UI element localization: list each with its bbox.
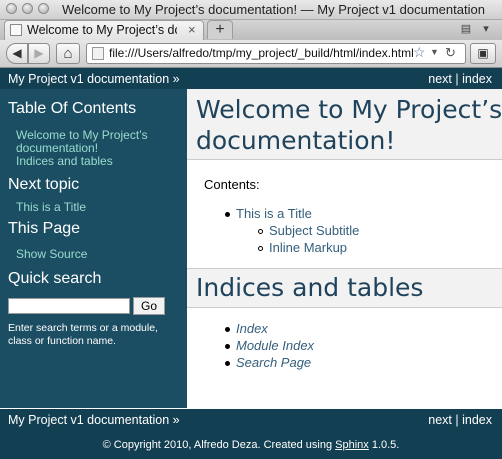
window-title: Welcome to My Project’s documentation! —…: [62, 2, 485, 17]
related-bar-bottom: My Project v1 documentation » next | ind…: [0, 409, 502, 430]
contents-label: Contents:: [204, 177, 260, 192]
toc-item-subtitle[interactable]: Subject Subtitle: [269, 223, 359, 238]
footer-text: © Copyright 2010, Alfredo Deza. Created …: [0, 439, 502, 451]
show-source-link[interactable]: Show Source: [16, 247, 87, 261]
window-titlebar: Welcome to My Project’s documentation! —…: [0, 0, 502, 20]
url-bar[interactable]: file:///Users/alfredo/tmp/my_project/_bu…: [86, 43, 466, 64]
minimize-window-icon[interactable]: [22, 3, 33, 14]
list-bullet: [225, 212, 230, 217]
toc-link-welcome-cont[interactable]: documentation!: [16, 141, 98, 155]
url-history-dropdown-icon[interactable]: ▼: [430, 47, 439, 57]
list-bullet: [225, 361, 230, 366]
toc-link-welcome[interactable]: Welcome to My Project’s: [16, 128, 148, 142]
tab-overflow-icon[interactable]: ▾: [478, 22, 494, 36]
related-bar-top: My Project v1 documentation » next | ind…: [0, 68, 502, 89]
quick-search-heading: Quick search: [8, 270, 102, 287]
tab-close-icon[interactable]: ×: [188, 22, 196, 37]
page-favicon-icon: [10, 24, 22, 36]
next-topic-link[interactable]: This is a Title: [16, 200, 86, 214]
relbar-nav-bottom: next | index: [428, 413, 492, 427]
page-title-line1: Welcome to My Project’s: [196, 95, 502, 124]
index-link-main[interactable]: Index: [236, 321, 268, 336]
home-button[interactable]: ⌂: [56, 43, 80, 64]
forward-button[interactable]: ▶: [28, 43, 50, 64]
tab-label: Welcome to My Project’s documen...: [27, 23, 177, 37]
close-window-icon[interactable]: [6, 3, 17, 14]
next-link-bottom[interactable]: next: [428, 413, 452, 427]
footer: © Copyright 2010, Alfredo Deza. Created …: [0, 430, 502, 459]
back-button[interactable]: ◀: [6, 43, 28, 64]
list-bullet: [225, 344, 230, 349]
search-help-text: Enter search terms or a module, class or…: [8, 322, 158, 347]
page-title-line2: documentation!: [196, 126, 396, 155]
page-icon: [92, 47, 104, 60]
sphinx-version: 1.0.5.: [368, 439, 400, 451]
go-button[interactable]: Go: [133, 297, 165, 315]
toc-item-title[interactable]: This is a Title: [236, 206, 312, 221]
tab-strip: Welcome to My Project’s documen... × + ▤…: [0, 20, 502, 40]
main-content: Welcome to My Project’s documentation! C…: [187, 89, 502, 408]
bookmark-star-icon[interactable]: ☆: [413, 44, 426, 61]
addons-button[interactable]: ▣: [470, 43, 496, 64]
list-bullet: [258, 246, 263, 251]
search-page-link[interactable]: Search Page: [236, 355, 311, 370]
copyright-text: © Copyright 2010, Alfredo Deza. Created …: [102, 439, 336, 451]
next-topic-heading: Next topic: [8, 176, 80, 193]
new-tab-button[interactable]: +: [207, 20, 233, 39]
indices-heading: Indices and tables: [196, 273, 424, 302]
relbar-nav: next | index: [428, 72, 492, 86]
module-index-link[interactable]: Module Index: [236, 338, 314, 353]
list-bullet: [225, 327, 230, 332]
tab-active[interactable]: Welcome to My Project’s documen... ×: [4, 20, 204, 40]
this-page-heading: This Page: [8, 220, 81, 237]
toc-heading: Table Of Contents: [8, 100, 137, 117]
tab-list-icon[interactable]: ▤: [458, 22, 474, 36]
brand-link[interactable]: My Project v1 documentation »: [8, 72, 180, 86]
next-link[interactable]: next: [428, 72, 452, 86]
reload-icon[interactable]: ↻: [445, 45, 456, 61]
page-title-box: Welcome to My Project’s documentation!: [187, 89, 502, 160]
sidebar: Table Of Contents Welcome to My Project’…: [0, 89, 187, 408]
toc-item-inline-markup[interactable]: Inline Markup: [269, 240, 347, 255]
toc-link-indices[interactable]: Indices and tables: [16, 154, 113, 168]
list-bullet: [258, 229, 263, 234]
zoom-window-icon[interactable]: [38, 3, 49, 14]
brand-link-bottom[interactable]: My Project v1 documentation »: [8, 413, 180, 427]
index-link-bottom[interactable]: index: [462, 413, 492, 427]
url-text[interactable]: file:///Users/alfredo/tmp/my_project/_bu…: [109, 46, 414, 60]
search-input[interactable]: [8, 298, 130, 314]
sphinx-link[interactable]: Sphinx: [335, 439, 369, 451]
navigation-toolbar: ◀ ▶ ⌂ file:///Users/alfredo/tmp/my_proje…: [0, 40, 502, 68]
indices-heading-box: Indices and tables: [187, 268, 502, 308]
index-link[interactable]: index: [462, 72, 492, 86]
